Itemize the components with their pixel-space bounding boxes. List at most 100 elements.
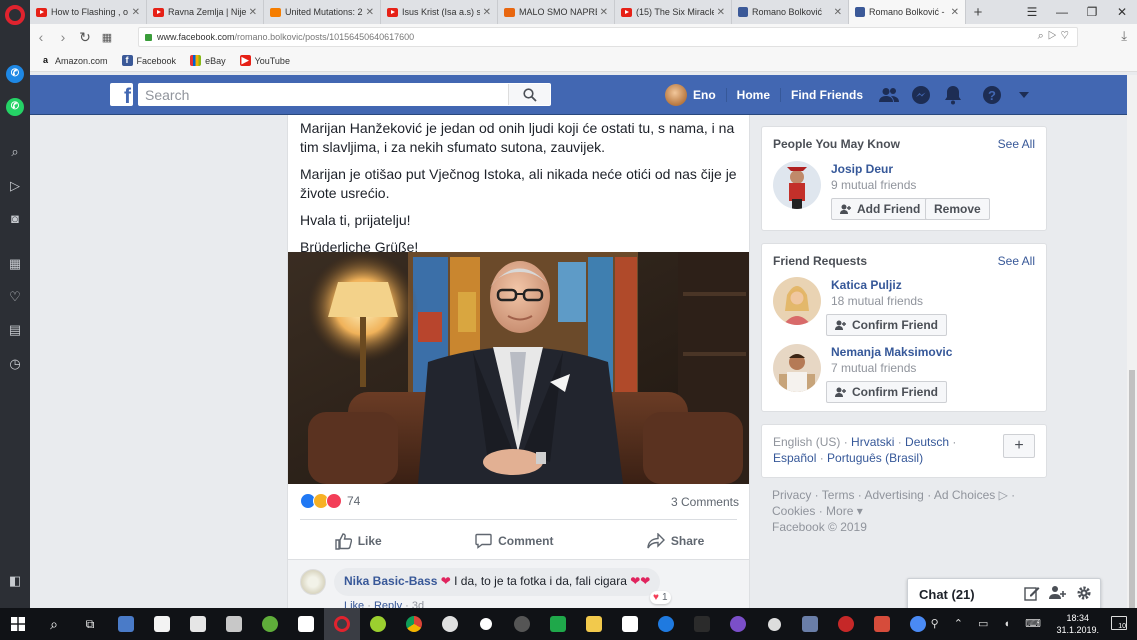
facebook-logo-icon[interactable]: f — [110, 83, 133, 106]
close-icon[interactable]: ✕ — [483, 7, 491, 18]
history-icon[interactable]: ◷ — [6, 355, 24, 373]
share-button[interactable]: Share — [647, 533, 704, 549]
avatar[interactable] — [773, 161, 821, 209]
avatar[interactable] — [773, 344, 821, 392]
news-icon[interactable]: ▤ — [6, 321, 24, 339]
friend-requests-icon[interactable] — [878, 84, 900, 106]
app-icon[interactable] — [108, 608, 144, 640]
scrollbar-thumb[interactable] — [1129, 370, 1135, 610]
close-icon[interactable]: ✕ — [834, 7, 842, 18]
browser-tab[interactable]: United Mutations: 2 ✕ — [264, 0, 381, 24]
new-group-icon[interactable] — [1049, 585, 1067, 601]
close-icon[interactable]: ✕ — [600, 7, 608, 18]
torrent-icon[interactable] — [252, 608, 288, 640]
camera-icon[interactable]: ◙ — [6, 210, 24, 228]
gear-icon[interactable] — [1076, 585, 1092, 601]
language-link[interactable]: Deutsch — [905, 435, 949, 449]
browser-tab[interactable]: (15) The Six Miracle ✕ — [615, 0, 732, 24]
page-scrollbar[interactable] — [1127, 75, 1137, 610]
comments-count-link[interactable]: 3 Comments — [671, 495, 739, 509]
tab-menu-icon[interactable]: ☰ — [1017, 0, 1047, 24]
whatsapp-icon[interactable]: ✆ — [6, 98, 24, 116]
like-button[interactable]: Like — [335, 532, 382, 550]
comment-author-link[interactable]: Nika Basic-Bass — [344, 574, 437, 588]
close-icon[interactable]: ✕ — [249, 7, 257, 18]
app-icon[interactable] — [864, 608, 900, 640]
sidebar-toggle-icon[interactable]: ◧ — [6, 572, 24, 590]
clock[interactable]: 18:34 31.1.2019. — [1056, 612, 1099, 636]
app-icon[interactable] — [504, 608, 540, 640]
language-link[interactable]: Português (Brasil) — [827, 451, 923, 465]
url-actions-icon[interactable]: ⌕▷♡ — [1038, 30, 1073, 43]
bookmark-facebook[interactable]: f Facebook — [121, 55, 176, 66]
language-link[interactable]: Español — [773, 451, 816, 465]
find-friends-link[interactable]: Find Friends — [780, 88, 873, 102]
restore-button[interactable]: ❐ — [1077, 0, 1107, 24]
settings-icon[interactable] — [756, 608, 792, 640]
speed-dial-icon[interactable]: ▦ — [6, 255, 24, 273]
search-icon[interactable]: ⌕ — [36, 608, 72, 640]
browser-tab[interactable]: MALO SMO NAPRE ✕ — [498, 0, 615, 24]
pymk-see-all-link[interactable]: See All — [998, 137, 1035, 151]
shield-icon[interactable] — [288, 608, 324, 640]
friend-requests-see-all-link[interactable]: See All — [998, 254, 1035, 268]
store-icon[interactable] — [144, 608, 180, 640]
app-icon[interactable] — [828, 608, 864, 640]
windows-start-icon[interactable] — [0, 608, 36, 640]
person-name-link[interactable]: Katica Puljiz — [831, 278, 902, 292]
speed-dial-button[interactable]: ▦ — [96, 31, 118, 44]
bookmark-youtube[interactable]: ▶ YouTube — [239, 55, 290, 66]
help-icon[interactable]: ? — [981, 84, 1003, 106]
messenger-icon[interactable] — [910, 84, 932, 106]
file-explorer-icon[interactable] — [576, 608, 612, 640]
close-icon[interactable]: ✕ — [717, 7, 725, 18]
person-name-link[interactable]: Josip Deur — [831, 162, 893, 176]
footer-link[interactable]: Cookies — [772, 504, 815, 518]
opera-taskbar-icon[interactable] — [324, 608, 360, 640]
search-button[interactable] — [508, 84, 550, 105]
browser-tab[interactable]: How to Flashing , o ✕ — [30, 0, 147, 24]
comment-button[interactable]: Comment — [475, 533, 553, 549]
edge-icon[interactable] — [648, 608, 684, 640]
new-tab-button[interactable]: + — [966, 4, 990, 21]
reactions-summary[interactable]: 74 — [300, 493, 360, 509]
send-icon[interactable]: ▷ — [6, 177, 24, 195]
footer-link[interactable]: Privacy — [772, 488, 811, 502]
add-language-button[interactable]: + — [1003, 434, 1035, 458]
close-icon[interactable]: ✕ — [366, 7, 374, 18]
footer-link[interactable]: Terms — [822, 488, 855, 502]
google-icon[interactable] — [612, 608, 648, 640]
brightness-icon[interactable] — [468, 608, 504, 640]
browser-tab[interactable]: Ravna Zemlja | Nije ✕ — [147, 0, 264, 24]
browser-tab[interactable]: Isus Krist (Isa a.s) s ✕ — [381, 0, 498, 24]
comment-like-link[interactable]: Like — [344, 600, 364, 608]
calculator-icon[interactable] — [216, 608, 252, 640]
bookmark-amazon[interactable]: a Amazon.com — [40, 55, 108, 66]
browser-tab-active[interactable]: Romano Bolković - ✕ — [849, 0, 966, 24]
add-friend-button[interactable]: Add Friend — [831, 198, 930, 220]
footer-link[interactable]: Advertising — [864, 488, 923, 502]
chat-bar[interactable]: Chat (21) — [907, 578, 1101, 610]
bookmark-ebay[interactable]: eBay — [190, 55, 226, 66]
close-icon[interactable]: ✕ — [132, 7, 140, 18]
reload-button[interactable]: ↻ — [74, 29, 96, 46]
app-icon[interactable] — [684, 608, 720, 640]
comment-reply-link[interactable]: Reply — [374, 600, 402, 608]
browser-tab[interactable]: Romano Bolković ✕ — [732, 0, 849, 24]
commenter-avatar[interactable] — [300, 569, 326, 595]
account-dropdown-icon[interactable] — [1013, 84, 1035, 106]
messenger-icon[interactable]: ✆ — [6, 65, 24, 83]
system-tray[interactable]: ⚲ ⌃ ▭ ◖ ⌨ — [931, 617, 1047, 630]
opera-logo-icon[interactable] — [5, 5, 25, 25]
forward-button[interactable]: › — [52, 29, 74, 45]
notifications-bell-icon[interactable] — [942, 84, 964, 106]
avatar[interactable] — [665, 84, 687, 106]
remove-button[interactable]: Remove — [925, 198, 990, 220]
mail-icon[interactable] — [180, 608, 216, 640]
task-view-icon[interactable]: ⧉ — [72, 608, 108, 640]
footer-link[interactable]: Ad Choices — [934, 488, 995, 502]
close-window-button[interactable]: ✕ — [1107, 0, 1137, 24]
back-button[interactable]: ‹ — [30, 29, 52, 45]
footer-link[interactable]: More — [826, 504, 853, 518]
app-icon[interactable] — [360, 608, 396, 640]
